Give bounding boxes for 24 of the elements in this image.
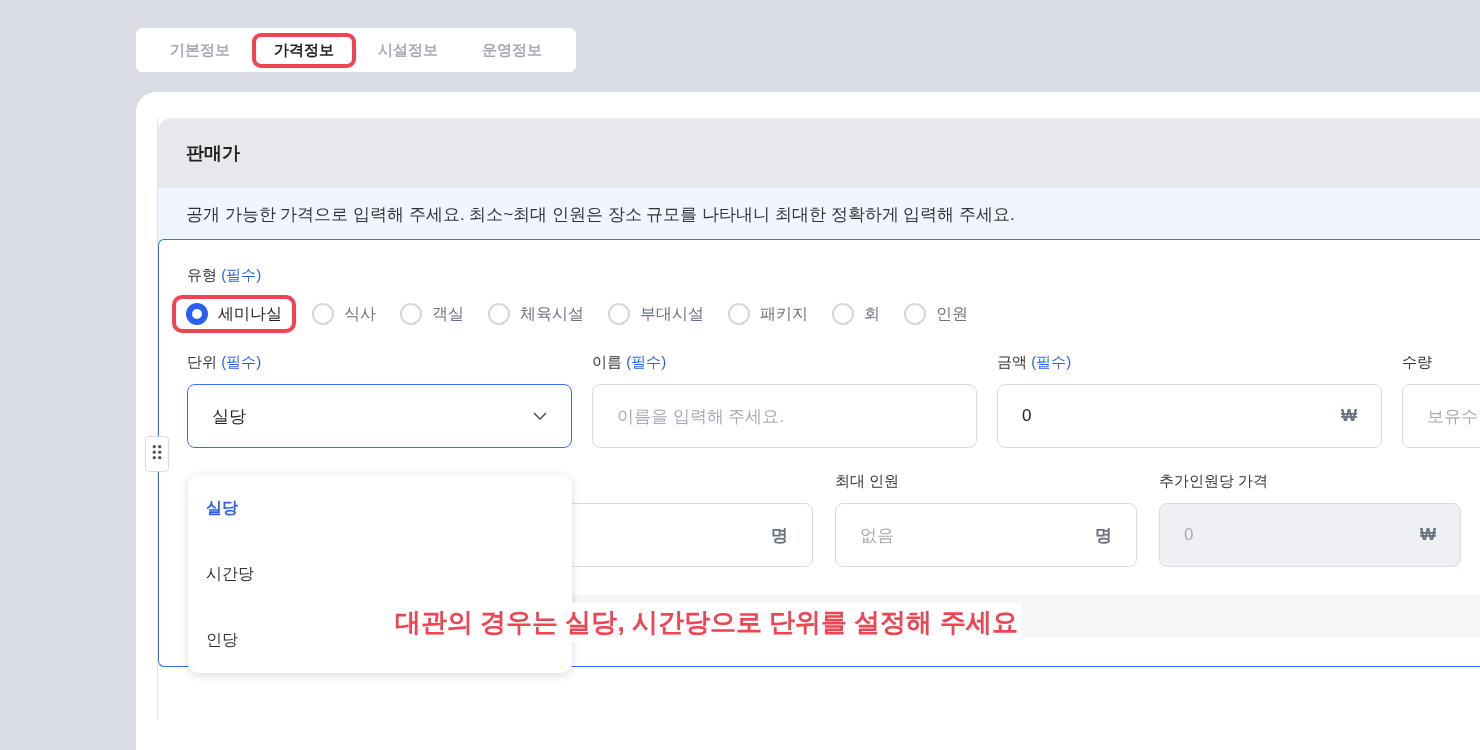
field-label: 수량 (1402, 353, 1433, 372)
radio-option[interactable]: 체육시설 (476, 297, 596, 331)
radio-option[interactable]: 부대시설 (596, 297, 716, 331)
radio-option[interactable]: 패키지 (716, 297, 820, 331)
radio-option[interactable]: 식사 (300, 297, 388, 331)
input-field[interactable]: 0 ₩ (997, 384, 1382, 448)
tab[interactable]: 가격정보 (252, 32, 356, 68)
radio-option[interactable]: 세미나실 (174, 297, 294, 331)
notice-text: 공개 가능한 가격으로 입력해 주세요. 최소~최대 인원은 장소 규모를 나타내니 최대한 정확하게 입력해 주세요. (158, 188, 1480, 240)
field-label: 추가인원당 가격 (1159, 472, 1270, 491)
dropdown-option[interactable]: 시간당 (206, 562, 254, 586)
field-label: 금액 (필수) (997, 353, 1073, 372)
radio-option[interactable]: 회 (820, 297, 892, 331)
field-label: 단위 (필수) (187, 353, 263, 372)
field-label: 최대 인원 (835, 472, 901, 491)
field-label: 유형 (필수) (187, 266, 262, 283)
dropdown-option[interactable]: 인당 (206, 628, 238, 652)
field-label: 이름 (필수) (592, 353, 668, 372)
section-title: 판매가 (158, 118, 1480, 188)
dropdown-option[interactable]: 실당 (206, 496, 238, 520)
radio-option[interactable]: 객실 (388, 297, 476, 331)
input-field[interactable]: 없음 명 (835, 503, 1137, 567)
unit-select[interactable]: 실당 (187, 384, 572, 448)
radio-option[interactable]: 인원 (892, 297, 980, 331)
